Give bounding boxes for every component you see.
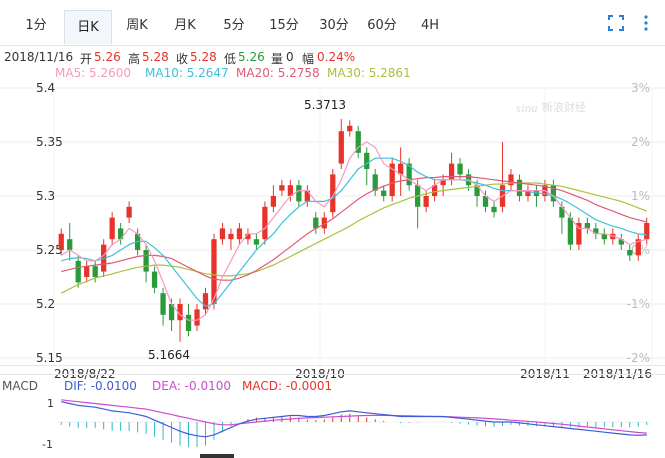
candle-down	[151, 271, 158, 288]
macd-value: MACD: -0.0001	[242, 379, 332, 393]
percent-tick-label: -2%	[627, 351, 650, 365]
candle-up	[347, 125, 353, 132]
price-tick-label: 5.15	[36, 351, 63, 365]
candle-up	[338, 131, 344, 164]
candle-down	[185, 314, 192, 331]
ma10-line	[61, 157, 647, 307]
candle-down	[364, 152, 370, 169]
candle-up	[423, 196, 429, 207]
candlestick-chart[interactable]: sina 新浪财经 5.45.355.35.255.25.15 3%2%1%0%…	[0, 0, 665, 458]
candle-down	[160, 293, 166, 315]
candle-down	[296, 185, 302, 202]
ma30-line	[60, 182, 648, 294]
macd-dea-line	[61, 399, 647, 434]
ma5-line	[60, 141, 647, 321]
candle-up	[448, 163, 455, 180]
macd-tick-top: 1	[47, 397, 54, 410]
percent-tick-label: -1%	[627, 297, 650, 311]
candle-up	[270, 196, 277, 207]
chart-grid	[0, 87, 665, 365]
percent-tick-label: 2%	[631, 135, 650, 149]
candle-down	[313, 217, 319, 229]
candle-up	[262, 206, 268, 240]
price-tick-label: 5.35	[36, 135, 63, 149]
macd-dea: DEA: -0.0100	[152, 379, 231, 393]
macd-dif-line	[61, 401, 647, 438]
watermark-logo: sina	[516, 100, 538, 115]
candle-up	[202, 293, 209, 310]
candle-down	[491, 206, 497, 213]
candle-down	[627, 250, 633, 256]
candle-down	[75, 260, 81, 283]
candle-up	[236, 228, 243, 240]
ma20-line	[61, 176, 647, 281]
candle-down	[567, 217, 574, 245]
candle-up	[109, 217, 115, 240]
price-axis: 5.45.355.35.255.25.15	[36, 81, 63, 365]
percent-tick-label: 1%	[631, 189, 650, 203]
min-price-label: 5.1664	[148, 348, 190, 362]
candle-up	[279, 185, 285, 191]
watermark-text: 新浪财经	[542, 100, 586, 114]
macd-label: MACD	[2, 379, 38, 393]
macd-tick-bottom: -1	[42, 438, 53, 451]
macd-dif: DIF: -0.0100	[64, 379, 137, 393]
macd-histogram	[57, 413, 651, 448]
price-tick-label: 5.3	[36, 189, 55, 203]
sina-finance-watermark: sina 新浪财经	[516, 100, 586, 115]
candle-down	[457, 163, 463, 175]
candle-up	[219, 228, 226, 240]
candle-up	[58, 233, 64, 250]
scroll-handle	[200, 454, 234, 458]
candle-up	[194, 309, 200, 326]
macd-lines	[61, 399, 647, 438]
candle-down	[584, 223, 590, 229]
candle-up	[228, 233, 234, 240]
candle-up	[84, 266, 90, 277]
price-tick-label: 5.4	[36, 81, 55, 95]
candle-down	[92, 266, 98, 277]
price-tick-label: 5.2	[36, 297, 55, 311]
candle-up	[644, 223, 650, 240]
max-price-label: 5.3713	[304, 98, 346, 112]
candle-down	[143, 250, 149, 272]
candle-down	[67, 239, 73, 250]
percent-tick-label: 3%	[631, 81, 650, 95]
candle-up	[126, 206, 132, 218]
ma-lines-layer	[60, 141, 648, 321]
candle-down	[253, 239, 260, 245]
candle-down	[381, 190, 387, 196]
